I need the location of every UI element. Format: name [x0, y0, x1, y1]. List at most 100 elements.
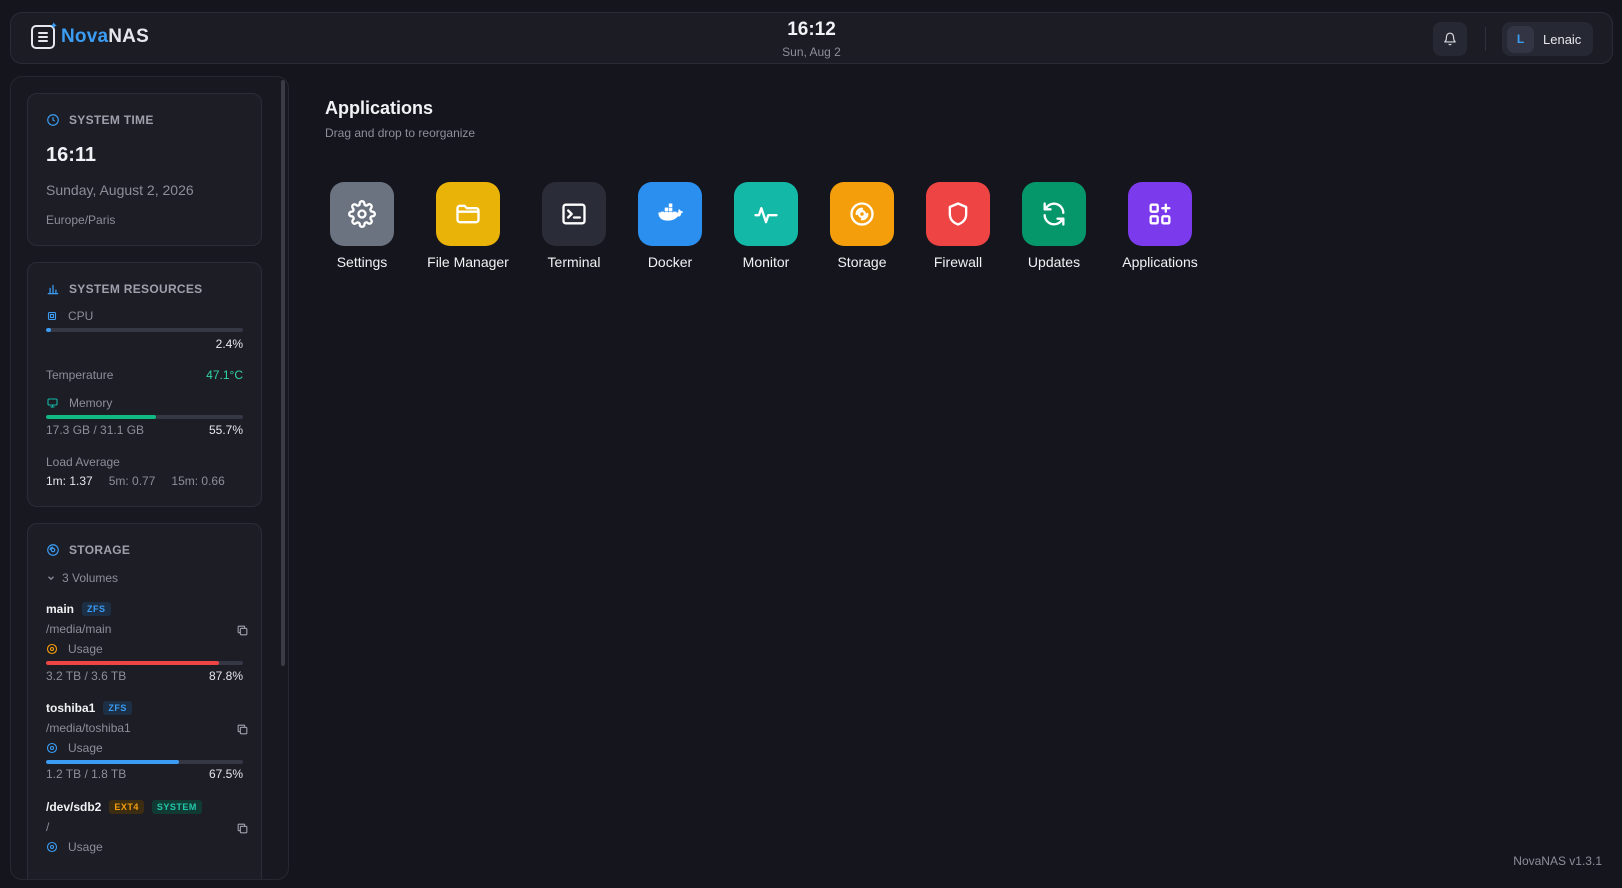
volume-name: /dev/sdb2 — [46, 800, 102, 814]
usage-icon — [46, 742, 58, 754]
header-date: Sun, Aug 2 — [782, 45, 841, 59]
fs-badge: ZFS — [103, 701, 132, 715]
app-label: Applications — [1122, 254, 1198, 270]
copy-icon[interactable] — [236, 822, 249, 835]
app-tile — [330, 182, 394, 246]
version-label: NovaNAS v1.3.1 — [1513, 854, 1602, 868]
volume-name: toshiba1 — [46, 701, 96, 715]
volume-main-header: main ZFS — [46, 602, 111, 616]
app-label: Terminal — [547, 254, 601, 270]
app-label: Storage — [837, 254, 887, 270]
app-tile — [830, 182, 894, 246]
app-storage[interactable]: Storage — [812, 182, 912, 270]
volume-usage-row: Usage — [46, 741, 103, 755]
app-tile — [436, 182, 500, 246]
volume-sdb2-header: /dev/sdb2 EXT4 SYSTEM — [46, 800, 202, 814]
cpu-value: 2.4% — [215, 337, 243, 351]
usage-label: Usage — [68, 741, 103, 755]
storage-title: STORAGE — [46, 543, 130, 557]
app-file-manager[interactable]: File Manager — [418, 182, 518, 270]
system-resources-title: SYSTEM RESOURCES — [46, 282, 203, 296]
fs-badge: ZFS — [82, 602, 111, 616]
volume-percent: 67.5% — [208, 767, 243, 781]
disc-icon — [850, 202, 874, 226]
volume-name: main — [46, 602, 75, 616]
cpu-bar — [46, 328, 243, 332]
copy-icon[interactable] — [236, 624, 249, 637]
volume-percent: 87.8% — [208, 669, 243, 683]
app-terminal[interactable]: Terminal — [524, 182, 624, 270]
volume-path: /media/main — [46, 622, 112, 636]
terminal-icon — [562, 203, 586, 225]
memory-row: Memory — [46, 396, 112, 410]
system-resources-card: SYSTEM RESOURCES CPU 2.4% Temperature 47… — [27, 262, 262, 507]
app-updates[interactable]: Updates — [1004, 182, 1104, 270]
system-time-value: 16:11 — [46, 144, 97, 166]
app-label: Firewall — [933, 254, 983, 270]
volumes-toggle[interactable]: 3 Volumes — [46, 571, 118, 585]
timezone-value: Europe/Paris — [46, 213, 116, 227]
volume-usage-bar-fill — [46, 661, 219, 665]
cpu-bar-fill — [46, 328, 51, 332]
page-subtitle: Drag and drop to reorganize — [325, 126, 476, 140]
volume-usage-bar-fill — [46, 760, 179, 764]
app-monitor[interactable]: Monitor — [716, 182, 816, 270]
fs-badge: EXT4 — [109, 800, 144, 814]
load-1m: 1m: 1.37 — [46, 474, 93, 488]
sidebar: SYSTEM TIME 16:11 Sunday, August 2, 2026… — [10, 76, 289, 880]
user-menu-button[interactable]: L Lenaic — [1502, 22, 1593, 56]
monitor-icon — [47, 398, 58, 408]
volume-usage-bar — [46, 661, 243, 665]
header-divider — [1485, 27, 1486, 51]
page-title: Applications — [325, 98, 434, 118]
app-docker[interactable]: Docker — [620, 182, 720, 270]
usage-icon — [46, 841, 58, 853]
usage-label: Usage — [68, 642, 103, 656]
app-tile — [926, 182, 990, 246]
app-label: Updates — [1027, 254, 1081, 270]
memory-bar — [46, 415, 243, 419]
app-settings[interactable]: Settings — [312, 182, 412, 270]
volume-path: /media/toshiba1 — [46, 721, 131, 735]
avatar: L — [1507, 25, 1534, 53]
load-5m: 5m: 0.77 — [108, 474, 156, 488]
app-tile — [1128, 182, 1192, 246]
header-clock: 16:12 Sun, Aug 2 — [11, 19, 1612, 59]
clock-icon — [47, 114, 59, 126]
shield-icon — [948, 202, 968, 226]
volume-usage-bar — [46, 760, 243, 764]
volumes-count: 3 Volumes — [62, 571, 119, 585]
load-15m: 15m: 0.66 — [171, 474, 225, 488]
sidebar-scrollbar[interactable] — [281, 80, 285, 666]
app-label: Monitor — [742, 254, 790, 270]
app-tile — [542, 182, 606, 246]
volume-usage-row: Usage — [46, 642, 103, 656]
header-time: 16:12 — [787, 19, 836, 40]
app-label: File Manager — [427, 254, 509, 270]
app-tile — [734, 182, 798, 246]
cpu-icon — [47, 311, 57, 321]
memory-label: Memory — [69, 396, 113, 410]
volume-path: / — [46, 820, 50, 834]
temperature-value: 47.1°C — [206, 368, 243, 382]
chevron-down-icon — [48, 576, 54, 581]
app-tile — [638, 182, 702, 246]
memory-used: 17.3 GB / 31.1 GB — [46, 423, 145, 437]
app-firewall[interactable]: Firewall — [908, 182, 1008, 270]
notifications-button[interactable] — [1433, 22, 1467, 56]
bar-chart-icon — [47, 284, 59, 295]
app-applications[interactable]: Applications — [1110, 182, 1210, 270]
app-label: Settings — [336, 254, 388, 270]
copy-icon[interactable] — [236, 723, 249, 736]
user-name: Lenaic — [1543, 31, 1582, 47]
apps-icon — [1149, 203, 1171, 225]
cpu-label: CPU — [68, 309, 94, 323]
storage-card: STORAGE 3 Volumes main ZFS /media/main U… — [27, 523, 262, 879]
load-average-label: Load Average — [46, 455, 120, 469]
system-time-title: SYSTEM TIME — [46, 113, 154, 127]
refresh-icon — [1043, 202, 1065, 226]
top-bar: ✦ NovaNAS 16:12 Sun, Aug 2 L Lenaic — [10, 12, 1613, 64]
usage-label: Usage — [68, 840, 103, 854]
volume-used: 3.2 TB / 3.6 TB — [46, 669, 127, 683]
system-badge: SYSTEM — [151, 800, 202, 814]
